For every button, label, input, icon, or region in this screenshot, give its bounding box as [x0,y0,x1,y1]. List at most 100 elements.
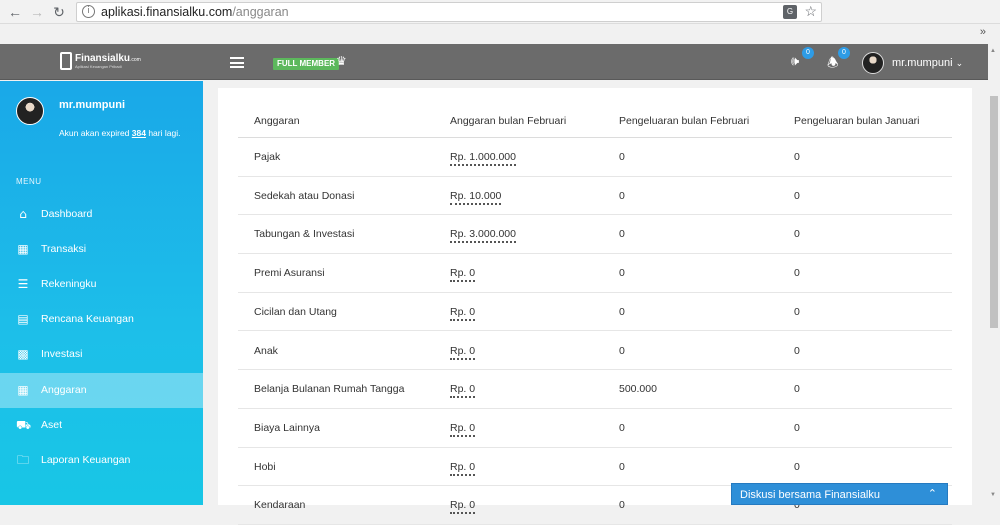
budget-table-card: Anggaran Anggaran bulan Februari Pengelu… [218,88,972,525]
bell-icon[interactable]: 🕭 [827,54,839,76]
table-cell: 0 [794,305,800,318]
account-expiry-text: Akun akan expired 384 hari lagi. [59,128,181,138]
table-row: Belanja Bulanan Rumah Tangga Rp. 0 500.000… [238,370,952,409]
sidebar-item-transaksi[interactable]: ▦ Transaksi [0,232,203,267]
back-arrow-icon[interactable]: ← [6,3,24,21]
chart-icon: ▩ [17,347,29,361]
table-cell: 0 [619,421,625,434]
column-header: Pengeluaran bulan Februari [619,115,750,127]
table-icon: ▦ [17,242,29,256]
sidebar-item-dashboard[interactable]: ⌂ Dashboard [0,197,203,232]
sidebar-username: mr.mumpuni [59,99,126,111]
table-cell: 0 [619,344,625,357]
sidebar-item-rencana-keuangan[interactable]: ▤ Rencana Keuangan [0,302,203,337]
table-cell: Anak [254,344,278,357]
table-cell: 0 [794,344,800,357]
menu-heading: MENU [16,177,42,186]
sidebar-item-investasi[interactable]: ▩ Investasi [0,337,203,372]
sidebar-item-label: Aset [41,419,63,431]
budget-amount-input[interactable]: Rp. 0 [450,306,476,321]
chat-label: Diskusi bersama Finansialku [740,489,880,501]
car-icon: ⛟ [16,418,32,432]
table-cell: Kendaraan [254,499,306,512]
avatar[interactable] [862,52,884,74]
app-header: Finansialku.com Aplikasi Keuangan Pribad… [0,44,988,80]
column-header: Anggaran bulan Februari [450,115,567,127]
sidebar-item-label: Investasi [41,348,83,360]
logo-text: Finansialku.com [75,53,141,64]
table-cell: 0 [794,383,800,396]
page-scrollbar[interactable]: ▲ ▼ [988,44,1000,505]
user-menu[interactable]: mr.mumpuni ⌄ [892,57,963,69]
table-row: Pajak Rp. 1.000.000 0 0 [238,138,952,177]
budget-amount-input[interactable]: Rp. 0 [450,422,476,437]
crown-icon: ♛ [336,54,347,68]
sidebar-item-aset[interactable]: ⛟ Aset [0,408,203,443]
menu-toggle-icon[interactable] [230,57,244,68]
sidebar-item-anggaran[interactable]: ▦ Anggaran [0,373,203,408]
info-icon[interactable]: i [82,5,95,18]
logo-mark-icon [60,52,72,70]
table-cell: Cicilan dan Utang [254,305,337,318]
table-cell: 500.000 [619,383,657,396]
table-cell: 0 [619,460,625,473]
forward-arrow-icon[interactable]: → [28,3,46,21]
scroll-thumb[interactable] [990,96,998,328]
translate-icon[interactable]: G [783,5,797,19]
table-row: Anak Rp. 0 0 0 [238,332,952,371]
table-cell: 0 [619,228,625,241]
table-cell: Belanja Bulanan Rumah Tangga [254,383,405,396]
budget-amount-input[interactable]: Rp. 1.000.000 [450,151,516,166]
chat-widget[interactable]: Diskusi bersama Finansialku ⌃ [731,483,948,505]
home-icon: ⌂ [19,207,27,221]
sidebar-item-label: Dashboard [41,208,93,220]
budget-amount-input[interactable]: Rp. 0 [450,345,476,360]
table-cell: 0 [619,305,625,318]
table-row: Premi Asuransi Rp. 0 0 0 [238,254,952,293]
chevron-up-icon[interactable]: ⌃ [928,487,937,500]
table-cell: 0 [619,499,625,512]
budget-amount-input[interactable]: Rp. 0 [450,499,476,515]
layers-icon: ☰ [17,277,29,291]
reload-icon[interactable]: ↻ [50,3,68,21]
sidebar: mr.mumpuni Akun akan expired 384 hari la… [0,81,203,505]
logo-tagline: Aplikasi Keuangan Pribadi [75,64,122,69]
url-text: aplikasi.finansialku.com/anggaran [101,5,289,19]
table-cell: 0 [794,189,800,202]
address-bar[interactable]: i aplikasi.finansialku.com/anggaran G ☆ [76,2,822,22]
sidebar-item-label: Rekeningku [41,278,97,290]
clipboard-icon: ▤ [17,312,29,326]
column-header: Pengeluaran bulan Januari [794,115,920,127]
extensions-overflow-icon[interactable]: » [980,26,986,38]
budget-amount-input[interactable]: Rp. 0 [450,461,476,476]
table-row: Hobi Rp. 0 0 0 [238,448,952,487]
budget-amount-input[interactable]: Rp. 0 [450,383,476,399]
sidebar-item-rekeningku[interactable]: ☰ Rekeningku [0,267,203,302]
sidebar-item-label: Rencana Keuangan [41,313,134,325]
avatar[interactable] [16,97,44,125]
scroll-down-icon[interactable]: ▼ [990,492,996,498]
speaker-badge: 0 [802,47,814,59]
table-icon: ▦ [17,383,29,397]
table-row: Tabungan & Investasi Rp. 3.000.000 0 0 [238,215,952,255]
scroll-up-icon[interactable]: ▲ [990,48,996,54]
table-cell: 0 [794,267,800,280]
notification-badge: 0 [838,47,850,59]
sidebar-item-laporan-keuangan[interactable]: 🗀 Laporan Keuangan [0,443,203,478]
folder-icon: 🗀 [16,453,29,467]
speaker-icon[interactable]: 🕪 [791,54,799,69]
sidebar-item-label: Anggaran [41,384,87,396]
budget-amount-input[interactable]: Rp. 3.000.000 [450,228,516,244]
table-cell: 0 [619,267,625,280]
table-header: Anggaran Anggaran bulan Februari Pengelu… [238,108,952,138]
bookmark-star-icon[interactable]: ☆ [804,3,817,20]
sidebar-item-label: Laporan Keuangan [41,454,131,466]
table-cell: Sedekah atau Donasi [254,189,355,202]
budget-amount-input[interactable]: Rp. 10.000 [450,190,502,205]
table-cell: 0 [794,151,800,163]
sidebar-item-label: Transaksi [41,243,87,255]
table-cell: Pajak [254,151,281,163]
budget-amount-input[interactable]: Rp. 0 [450,267,476,283]
member-badge: FULL MEMBER [273,58,340,70]
table-row: Sedekah atau Donasi Rp. 10.000 0 0 [238,177,952,216]
